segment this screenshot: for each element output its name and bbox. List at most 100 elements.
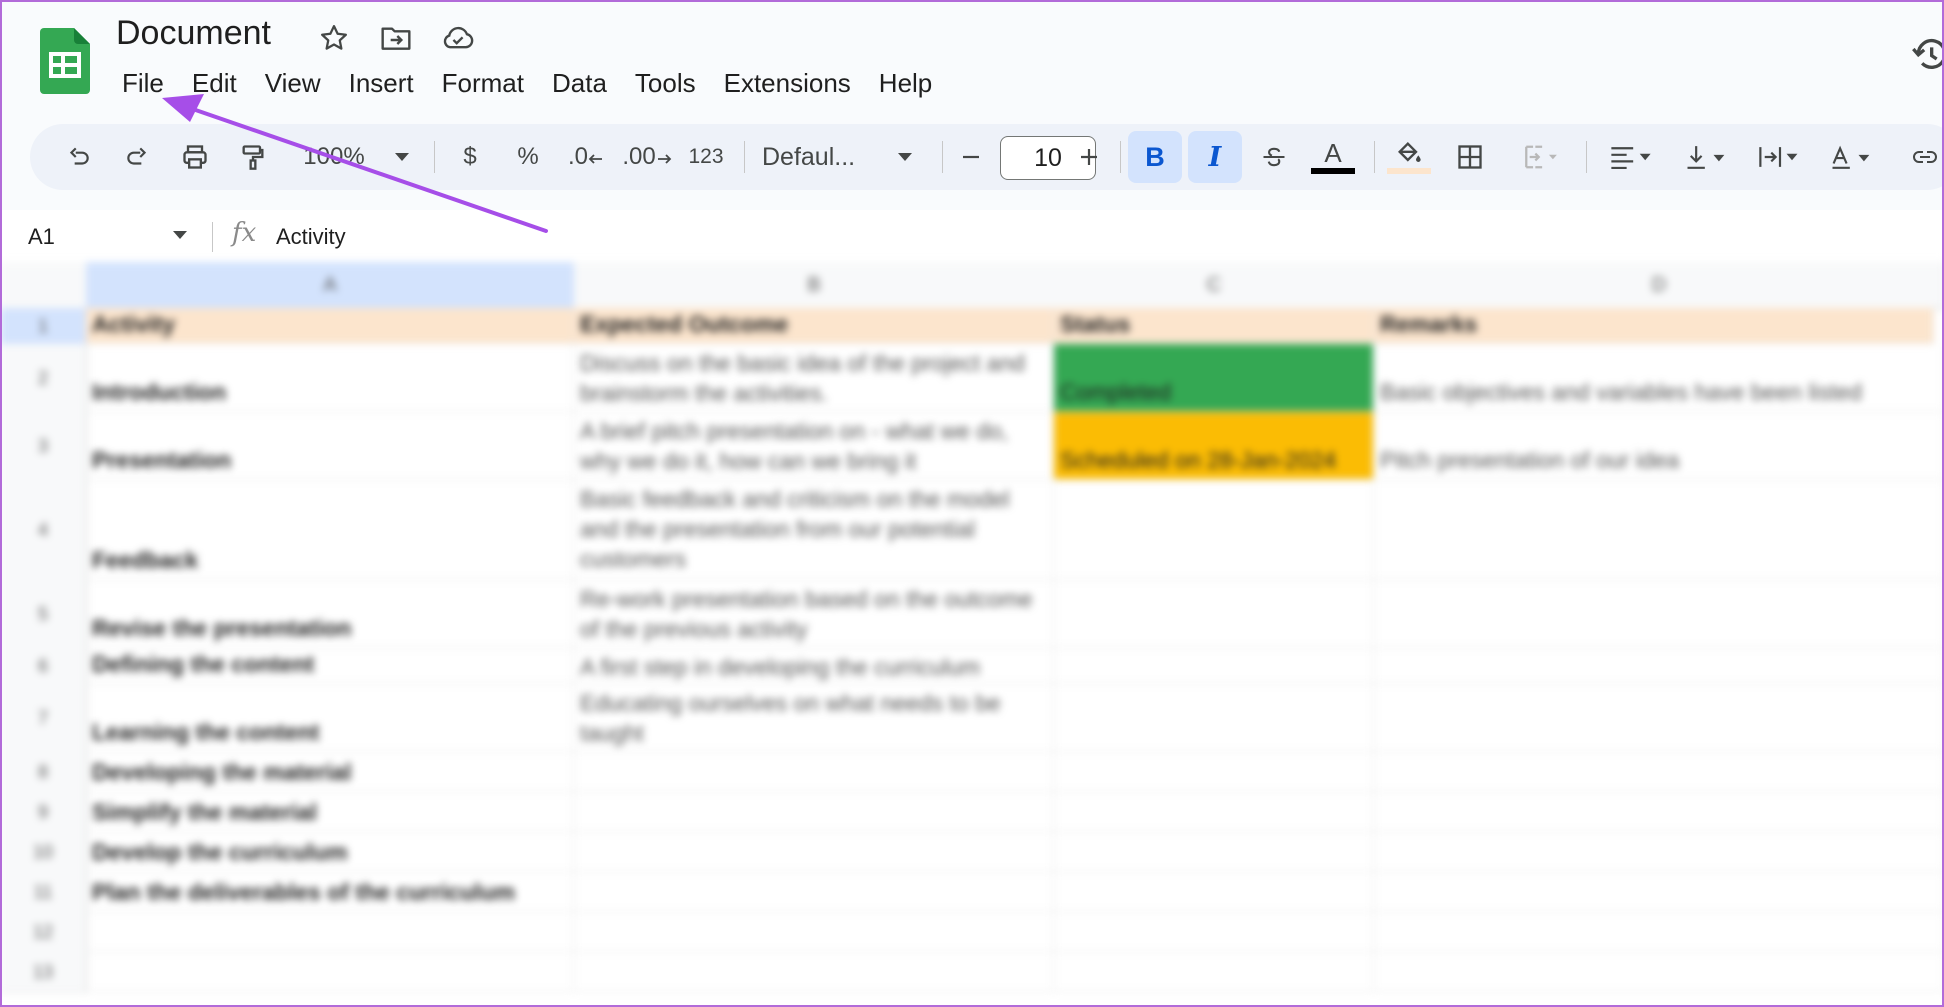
row-header[interactable]: 9 — [0, 792, 87, 833]
decrease-decimal-button[interactable]: .0 — [562, 124, 610, 190]
star-icon[interactable] — [316, 20, 352, 56]
more-formats-button[interactable]: 123 — [684, 124, 728, 190]
cell-remarks[interactable] — [1374, 480, 1944, 580]
cell-outcome[interactable] — [574, 752, 1054, 792]
merge-cells-icon[interactable] — [1508, 124, 1574, 190]
cell-activity[interactable]: Learning the content — [86, 684, 574, 752]
row-header[interactable]: 1 — [0, 308, 87, 345]
vertical-align-icon[interactable] — [1674, 124, 1740, 190]
cell-status[interactable] — [1054, 648, 1374, 684]
cell-activity[interactable] — [86, 912, 574, 952]
row-header[interactable]: 7 — [0, 684, 87, 753]
sheets-logo-icon[interactable] — [40, 28, 90, 94]
cell-status[interactable] — [1054, 952, 1374, 992]
bold-button[interactable]: B — [1128, 131, 1182, 183]
text-color-button[interactable]: A — [1308, 124, 1358, 190]
strikethrough-icon[interactable] — [1252, 124, 1296, 190]
decrease-font-size-icon[interactable] — [956, 124, 986, 190]
cell-outcome[interactable] — [574, 952, 1054, 992]
row-header[interactable]: 4 — [0, 480, 87, 581]
fill-color-button[interactable] — [1384, 124, 1434, 190]
cell-outcome[interactable]: Discuss on the basic idea of the project… — [574, 344, 1054, 412]
cell-header-c[interactable]: Status — [1054, 308, 1374, 344]
cell-activity[interactable]: Presentation — [86, 412, 574, 480]
cell-status[interactable] — [1054, 832, 1374, 872]
cell-activity[interactable]: Introduction — [86, 344, 574, 412]
cell-activity[interactable]: Develop the curriculum — [86, 832, 574, 872]
row-header[interactable]: 2 — [0, 344, 87, 413]
undo-icon[interactable] — [58, 124, 100, 190]
cell-activity[interactable]: Revise the presentation — [86, 580, 574, 648]
move-to-folder-icon[interactable] — [378, 20, 414, 56]
column-header-d[interactable]: D — [1374, 262, 1944, 309]
font-select[interactable]: Defaul... — [762, 124, 882, 190]
menu-format[interactable]: Format — [428, 66, 538, 101]
document-title[interactable]: Document — [116, 14, 271, 53]
zoom-select[interactable]: 100% — [292, 124, 376, 190]
row-header[interactable]: 11 — [0, 872, 87, 913]
cell-activity[interactable]: Plan the deliverables of the curriculum — [86, 872, 574, 912]
cell-status[interactable] — [1054, 480, 1374, 580]
insert-link-icon[interactable] — [1908, 124, 1942, 190]
cell-header-d[interactable]: Remarks — [1374, 308, 1934, 344]
cell-status[interactable] — [1054, 792, 1374, 832]
column-header-c[interactable]: C — [1054, 262, 1375, 309]
cell-remarks[interactable] — [1374, 952, 1944, 992]
cell-outcome[interactable]: Re-work presentation based on the outcom… — [574, 580, 1054, 648]
cell-outcome[interactable]: A first step in developing the curriculu… — [574, 648, 1054, 684]
cell-outcome[interactable]: Basic feedback and criticism on the mode… — [574, 480, 1054, 580]
cell-remarks[interactable] — [1374, 752, 1944, 792]
cell-remarks[interactable] — [1374, 792, 1944, 832]
menu-view[interactable]: View — [251, 66, 335, 101]
cell-remarks[interactable]: Basic objectives and variables have been… — [1374, 344, 1944, 412]
increase-font-size-icon[interactable] — [1074, 124, 1104, 190]
cell-outcome[interactable] — [574, 912, 1054, 952]
currency-format-button[interactable]: $ — [452, 124, 488, 190]
row-header[interactable]: 5 — [0, 580, 87, 649]
menu-insert[interactable]: Insert — [335, 66, 428, 101]
horizontal-align-icon[interactable] — [1598, 124, 1664, 190]
cell-activity[interactable]: Feedback — [86, 480, 574, 580]
row-header[interactable]: 3 — [0, 412, 87, 481]
cell-outcome[interactable]: Educating ourselves on what needs to be … — [574, 684, 1054, 752]
row-header[interactable]: 8 — [0, 752, 87, 793]
cell-status[interactable] — [1054, 752, 1374, 792]
menu-file[interactable]: File — [108, 66, 178, 101]
column-header-a[interactable]: A — [86, 262, 575, 309]
cell-remarks[interactable] — [1374, 648, 1944, 684]
cell-remarks[interactable] — [1374, 580, 1944, 648]
cell-activity[interactable] — [86, 952, 574, 992]
select-all-corner[interactable] — [0, 262, 87, 309]
cell-status[interactable] — [1054, 872, 1374, 912]
cell-status[interactable] — [1054, 684, 1374, 752]
row-header[interactable]: 10 — [0, 832, 87, 873]
cell-activity[interactable]: Defining the content — [86, 648, 574, 684]
cell-status-scheduled[interactable]: Scheduled on 28-Jan-2024 — [1054, 412, 1374, 480]
row-header[interactable]: 13 — [0, 952, 87, 993]
menu-tools[interactable]: Tools — [621, 66, 710, 101]
name-box[interactable]: A1 — [28, 224, 55, 250]
name-box-dropdown-icon[interactable] — [172, 230, 188, 240]
cell-outcome[interactable] — [574, 792, 1054, 832]
cell-outcome[interactable] — [574, 872, 1054, 912]
cell-activity[interactable]: Developing the material — [86, 752, 574, 792]
text-rotation-icon[interactable] — [1820, 124, 1884, 190]
cell-status[interactable] — [1054, 912, 1374, 952]
version-history-icon[interactable] — [1910, 34, 1944, 74]
paint-format-icon[interactable] — [232, 124, 274, 190]
cell-remarks[interactable] — [1374, 832, 1944, 872]
menu-help[interactable]: Help — [865, 66, 946, 101]
row-header[interactable]: 12 — [0, 912, 87, 953]
cell-status-completed[interactable]: Completed — [1054, 344, 1374, 412]
text-wrapping-icon[interactable] — [1748, 124, 1812, 190]
print-icon[interactable] — [174, 124, 216, 190]
menu-data[interactable]: Data — [538, 66, 621, 101]
cell-remarks[interactable] — [1374, 684, 1944, 752]
percent-format-button[interactable]: % — [508, 124, 548, 190]
cell-remarks[interactable] — [1374, 872, 1944, 912]
zoom-dropdown-icon[interactable] — [388, 124, 416, 190]
cell-status[interactable] — [1054, 580, 1374, 648]
font-dropdown-icon[interactable] — [890, 124, 920, 190]
borders-icon[interactable] — [1448, 124, 1492, 190]
menu-extensions[interactable]: Extensions — [710, 66, 865, 101]
